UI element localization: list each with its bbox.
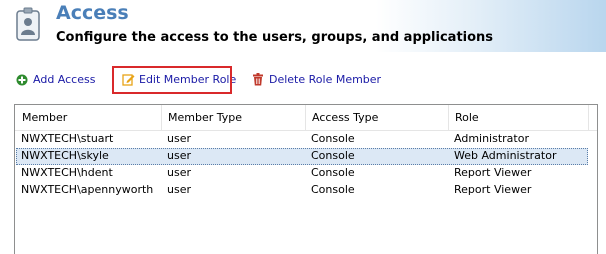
cell-role: Report Viewer: [454, 166, 532, 179]
cell-access-type: Console: [311, 149, 355, 162]
cell-member-type: user: [167, 149, 191, 162]
members-table: Member Member Type Access Type Role NWXT…: [14, 104, 598, 254]
column-header-member-type[interactable]: Member Type: [162, 105, 305, 130]
trash-icon: [253, 73, 263, 86]
cell-role: Administrator: [454, 132, 529, 145]
add-access-label: Add Access: [33, 73, 96, 86]
column-header-role[interactable]: Role: [449, 105, 588, 130]
cell-member: NWXTECH\skyle: [21, 149, 109, 162]
table-row[interactable]: NWXTECH\hdent user Console Report Viewer: [16, 165, 588, 182]
table-row[interactable]: NWXTECH\stuart user Console Administrato…: [16, 131, 588, 148]
cell-member-type: user: [167, 132, 191, 145]
column-header-access-type[interactable]: Access Type: [306, 105, 448, 130]
page-subtitle: Configure the access to the users, group…: [56, 30, 494, 45]
page-title: Access: [56, 2, 129, 24]
cell-member: NWXTECH\apennyworth: [21, 183, 154, 196]
cell-member-type: user: [167, 166, 191, 179]
cell-role: Report Viewer: [454, 183, 532, 196]
table-row-selected[interactable]: NWXTECH\skyle user Console Web Administr…: [16, 148, 588, 165]
cell-access-type: Console: [311, 132, 355, 145]
column-divider[interactable]: [588, 105, 589, 130]
table-header: Member Member Type Access Type Role: [15, 105, 597, 131]
plus-circle-icon: [16, 74, 28, 86]
toolbar: Add Access Edit Member Role Delete Role …: [0, 68, 606, 94]
column-header-member[interactable]: Member: [16, 105, 160, 130]
cell-member-type: user: [167, 183, 191, 196]
user-badge-icon: [16, 7, 40, 41]
cell-access-type: Console: [311, 166, 355, 179]
highlight-annotation-box: [112, 66, 232, 94]
cell-member: NWXTECH\stuart: [21, 132, 114, 145]
cell-access-type: Console: [311, 183, 355, 196]
table-row[interactable]: NWXTECH\apennyworth user Console Report …: [16, 182, 588, 199]
cell-role: Web Administrator: [454, 149, 557, 162]
cell-member: NWXTECH\hdent: [21, 166, 113, 179]
page-header: Access Configure the access to the users…: [0, 0, 606, 52]
delete-role-member-label: Delete Role Member: [269, 73, 382, 86]
